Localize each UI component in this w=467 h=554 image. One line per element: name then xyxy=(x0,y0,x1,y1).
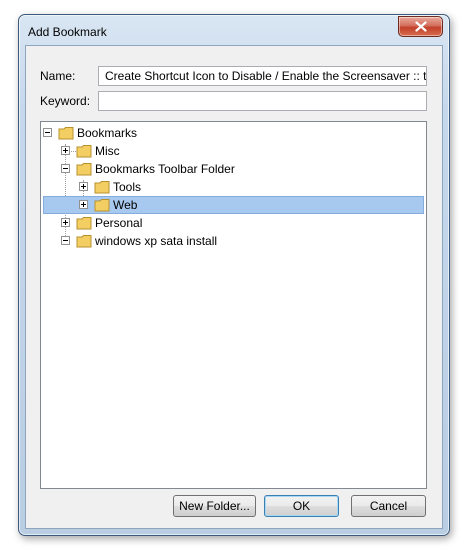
title-bar[interactable]: Add Bookmark xyxy=(19,15,449,45)
folder-icon xyxy=(94,199,110,212)
add-bookmark-dialog: Add Bookmark Name: Create Shortcut Icon … xyxy=(18,14,450,536)
close-icon xyxy=(414,21,427,32)
close-button[interactable] xyxy=(398,16,443,37)
ok-button[interactable]: OK xyxy=(264,495,339,517)
tree-item-label: Bookmarks Toolbar Folder xyxy=(95,162,235,176)
window-title: Add Bookmark xyxy=(28,25,107,39)
expand-icon[interactable] xyxy=(79,200,88,209)
folder-icon xyxy=(76,145,92,158)
expand-icon[interactable] xyxy=(61,146,70,155)
keyword-label: Keyword: xyxy=(40,94,91,108)
folder-icon xyxy=(94,181,110,194)
tree-item-bookmarks-toolbar-folder[interactable]: Bookmarks Toolbar Folder xyxy=(41,160,426,178)
name-field[interactable]: Create Shortcut Icon to Disable / Enable… xyxy=(98,66,427,86)
tree-item-label: Tools xyxy=(113,180,142,194)
tree-item-label: Misc xyxy=(95,144,120,158)
cancel-button[interactable]: Cancel xyxy=(351,495,426,517)
expand-icon[interactable] xyxy=(79,182,88,191)
tree-item-windows-xp-sata-install[interactable]: windows xp sata install xyxy=(41,232,426,250)
dialog-body: Name: Create Shortcut Icon to Disable / … xyxy=(25,45,443,529)
name-label: Name: xyxy=(40,69,76,83)
new-folder-button[interactable]: New Folder... xyxy=(173,495,256,517)
tree-item-tools[interactable]: Tools xyxy=(41,178,426,196)
collapse-icon[interactable] xyxy=(43,128,52,137)
tree-item-bookmarks[interactable]: Bookmarks xyxy=(41,124,426,142)
keyword-field[interactable] xyxy=(98,91,427,111)
tree-item-label: Web xyxy=(113,198,138,212)
tree-item-label: Bookmarks xyxy=(77,126,138,140)
folder-tree[interactable]: Bookmarks Misc Bookmarks Toolbar Folder … xyxy=(40,121,427,489)
collapse-icon[interactable] xyxy=(61,164,70,173)
tree-item-misc[interactable]: Misc xyxy=(41,142,426,160)
collapse-icon[interactable] xyxy=(61,236,70,245)
tree-item-web[interactable]: Web xyxy=(41,196,426,214)
expand-icon[interactable] xyxy=(61,218,70,227)
tree-item-personal[interactable]: Personal xyxy=(41,214,426,232)
folder-icon xyxy=(58,127,74,140)
tree-item-label: Personal xyxy=(95,216,143,230)
folder-icon xyxy=(76,235,92,248)
folder-icon xyxy=(76,217,92,230)
folder-icon xyxy=(76,163,92,176)
tree-item-label: windows xp sata install xyxy=(95,234,218,248)
